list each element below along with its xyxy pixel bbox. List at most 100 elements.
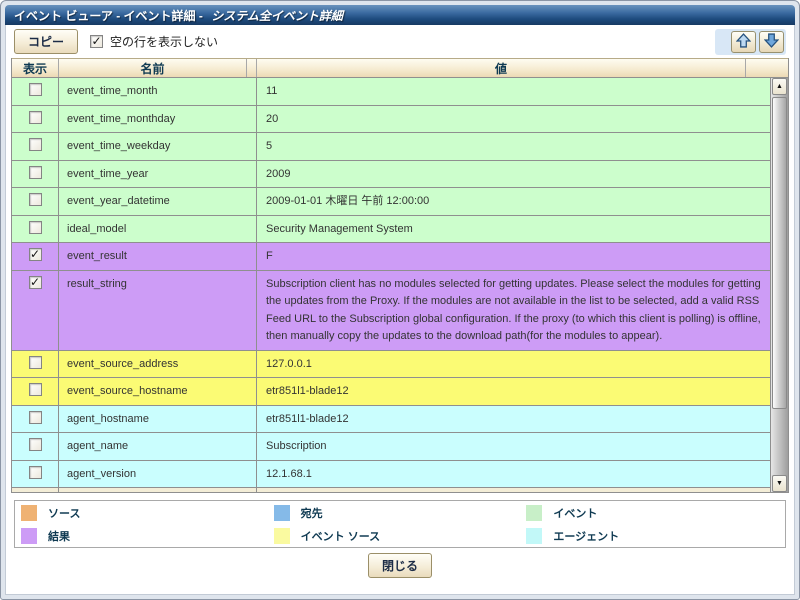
legend-label: ソース (48, 505, 80, 521)
table-row: event_time_monthday20 (12, 106, 770, 134)
close-button[interactable]: 閉じる (368, 553, 432, 578)
row-visibility-checkbox[interactable] (29, 466, 42, 479)
row-visibility-checkbox[interactable] (29, 383, 42, 396)
copy-button[interactable]: コピー (14, 29, 78, 54)
dialog-title-sub: システム全イベント詳細 (211, 7, 343, 24)
row-visibility-cell (12, 161, 59, 188)
hide-empty-rows-checkbox[interactable] (90, 35, 103, 48)
field-value-cell: etr851l1-blade12 (257, 378, 770, 405)
table-row: event_source_hostnameetr851l1-blade12 (12, 378, 770, 406)
legend-item: エージェント (526, 528, 779, 544)
legend-color-swatch (274, 528, 290, 544)
row-visibility-checkbox[interactable] (29, 221, 42, 234)
scroll-up-icon: ▲ (776, 83, 783, 90)
table-row: ideal_modelSecurity Management System (12, 216, 770, 244)
field-name-cell: agent_hostname (59, 406, 257, 433)
title-bar: イベント ビューア - イベント詳細 - システム全イベント詳細 (5, 5, 795, 25)
row-visibility-cell (12, 133, 59, 160)
field-name-cell: event_time_year (59, 161, 257, 188)
header-show: 表示 (12, 59, 59, 77)
row-visibility-cell (12, 271, 59, 350)
vertical-scrollbar[interactable]: ▲ ▼ (770, 78, 788, 492)
field-value-cell: 11 (257, 78, 770, 105)
legend-item: イベント ソース (274, 528, 527, 544)
row-visibility-checkbox[interactable] (29, 166, 42, 179)
field-name-cell: agent_version (59, 461, 257, 488)
table-viewport: event_time_month11event_time_monthday20e… (12, 78, 788, 493)
table-row: event_time_weekday5 (12, 133, 770, 161)
field-name-cell: result_string (59, 271, 257, 350)
legend-label: 宛先 (301, 505, 323, 521)
scrollbar-thumb[interactable] (772, 97, 787, 409)
table-row: event_resultF (12, 243, 770, 271)
table-row: agent_version12.1.68.1 (12, 461, 770, 489)
row-visibility-checkbox[interactable] (29, 248, 42, 261)
footer: 閉じる (6, 553, 794, 578)
field-name-cell: event_time_month (59, 78, 257, 105)
table-header: 表示 名前 値 (12, 58, 788, 78)
legend-color-swatch (21, 528, 37, 544)
row-visibility-cell (12, 106, 59, 133)
row-visibility-checkbox[interactable] (29, 438, 42, 451)
field-value-cell: 127.0.0.1 (257, 351, 770, 378)
legend-label: 結果 (48, 528, 70, 544)
row-visibility-cell (12, 78, 59, 105)
field-name-cell: event_time_weekday (59, 133, 257, 160)
row-visibility-cell (12, 351, 59, 378)
legend-label: エージェント (553, 528, 619, 544)
dialog-title: イベント ビューア - イベント詳細 - (14, 7, 206, 24)
field-value-cell: source_hostname=etr851l1-blade12,source_… (257, 488, 770, 492)
event-detail-dialog: イベント ビューア - イベント詳細 - システム全イベント詳細 コピー 空の行… (0, 0, 800, 600)
row-visibility-checkbox[interactable] (29, 138, 42, 151)
legend-label: イベント ソース (301, 528, 381, 544)
field-name-cell: event_year_datetime (59, 188, 257, 215)
hide-empty-rows-label: 空の行を表示しない (110, 33, 218, 50)
hide-empty-rows-option: 空の行を表示しない (90, 33, 218, 50)
legend-color-swatch (21, 505, 37, 521)
row-visibility-cell (12, 243, 59, 270)
previous-event-button[interactable] (731, 31, 756, 53)
row-visibility-checkbox[interactable] (29, 411, 42, 424)
legend-item: イベント (526, 505, 779, 521)
header-end-spacer (746, 59, 788, 77)
scroll-down-button[interactable]: ▼ (772, 475, 787, 492)
field-value-cell: 5 (257, 133, 770, 160)
field-value-cell: 20 (257, 106, 770, 133)
table-row: agent_nameSubscription (12, 433, 770, 461)
arrow-down-icon (764, 33, 779, 51)
legend-item: 結果 (21, 528, 274, 544)
row-visibility-checkbox[interactable] (29, 356, 42, 369)
row-visibility-cell (12, 188, 59, 215)
row-visibility-cell (12, 216, 59, 243)
field-value-cell: Subscription client has no modules selec… (257, 271, 770, 350)
table-row: agent_hostnameetr851l1-blade12 (12, 406, 770, 434)
field-name-cell: raw_event (59, 488, 257, 492)
legend-color-swatch (274, 505, 290, 521)
field-name-cell: event_result (59, 243, 257, 270)
table-row: event_time_month11 (12, 78, 770, 106)
row-visibility-checkbox[interactable] (29, 111, 42, 124)
field-value-cell: etr851l1-blade12 (257, 406, 770, 433)
field-value-cell: Subscription (257, 433, 770, 460)
field-value-cell: 12.1.68.1 (257, 461, 770, 488)
header-name: 名前 (59, 59, 247, 77)
field-value-cell: 2009-01-01 木曜日 午前 12:00:00 (257, 188, 770, 215)
row-visibility-checkbox[interactable] (29, 83, 42, 96)
next-event-button[interactable] (759, 31, 784, 53)
row-visibility-checkbox[interactable] (29, 193, 42, 206)
header-value: 値 (257, 59, 746, 77)
event-details-table: 表示 名前 値 event_time_month11event_time_mon… (11, 58, 789, 493)
table-row: event_year_datetime2009-01-01 木曜日 午前 12:… (12, 188, 770, 216)
table-body: event_time_month11event_time_monthday20e… (12, 78, 770, 492)
table-row: result_stringSubscription client has no … (12, 271, 770, 351)
row-visibility-checkbox[interactable] (29, 276, 42, 289)
table-row: event_time_year2009 (12, 161, 770, 189)
field-value-cell: 2009 (257, 161, 770, 188)
row-visibility-cell (12, 378, 59, 405)
toolbar: コピー 空の行を表示しない (6, 25, 794, 58)
scroll-down-icon: ▼ (776, 480, 783, 487)
field-value-cell: Security Management System (257, 216, 770, 243)
legend-color-swatch (526, 505, 542, 521)
legend-color-swatch (526, 528, 542, 544)
scroll-up-button[interactable]: ▲ (772, 78, 787, 95)
